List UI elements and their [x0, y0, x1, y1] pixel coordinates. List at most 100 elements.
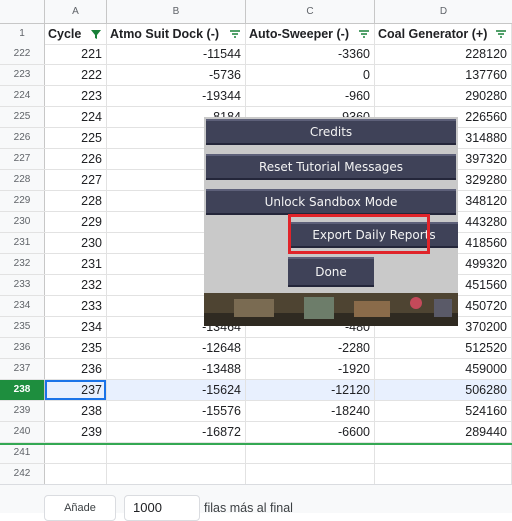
cell-coal[interactable]: 228120: [375, 44, 512, 64]
row-number[interactable]: 224: [0, 86, 45, 106]
cell-coal[interactable]: [375, 464, 512, 484]
footer-bar: Añade 1000 filas más al final: [0, 484, 512, 521]
cell-atmo[interactable]: [107, 464, 246, 484]
select-all-corner[interactable]: [0, 0, 45, 23]
cell-coal[interactable]: 524160: [375, 401, 512, 421]
header-cell-sweeper[interactable]: Auto-Sweeper (-): [246, 24, 375, 44]
header-cell-coal[interactable]: Coal Generator (+): [375, 24, 512, 44]
cell-atmo[interactable]: -13488: [107, 359, 246, 379]
cell-cycle[interactable]: 236: [45, 359, 107, 379]
credits-button[interactable]: Credits: [206, 119, 456, 145]
cell-atmo[interactable]: -11544: [107, 44, 246, 64]
row-number[interactable]: 229: [0, 191, 45, 211]
cell-coal[interactable]: 289440: [375, 422, 512, 442]
filter-icon[interactable]: [229, 28, 241, 40]
row-number[interactable]: 230: [0, 212, 45, 232]
cell-sweeper[interactable]: -1920: [246, 359, 375, 379]
row-number[interactable]: 225: [0, 107, 45, 127]
cell-cycle[interactable]: 234: [45, 317, 107, 337]
rows-count-input[interactable]: 1000: [124, 495, 200, 521]
cell-cycle[interactable]: 223: [45, 86, 107, 106]
row-number[interactable]: 242: [0, 464, 45, 484]
row-number[interactable]: 1: [0, 24, 45, 44]
cell-coal[interactable]: [375, 443, 512, 463]
table-row: 242: [0, 464, 512, 484]
column-header-c[interactable]: C: [246, 0, 375, 23]
cell-cycle[interactable]: 222: [45, 65, 107, 85]
cell-cycle[interactable]: [45, 443, 107, 463]
cell-atmo[interactable]: -15624: [107, 380, 246, 400]
table-row: 223 222 -5736 0 137760: [0, 65, 512, 86]
cell-cycle[interactable]: 229: [45, 212, 107, 232]
column-header-b[interactable]: B: [107, 0, 246, 23]
add-rows-button[interactable]: Añade: [44, 495, 116, 521]
row-number[interactable]: 232: [0, 254, 45, 274]
cell-coal[interactable]: 137760: [375, 65, 512, 85]
filter-active-icon[interactable]: [90, 28, 102, 40]
cell-cycle[interactable]: [45, 464, 107, 484]
cell-sweeper[interactable]: 0: [246, 65, 375, 85]
cell-cycle[interactable]: 225: [45, 128, 107, 148]
cell-sweeper[interactable]: -6600: [246, 422, 375, 442]
add-rows-suffix: filas más al final: [204, 501, 293, 515]
reset-tutorial-button[interactable]: Reset Tutorial Messages: [206, 154, 456, 180]
row-number[interactable]: 226: [0, 128, 45, 148]
cell-cycle[interactable]: 233: [45, 296, 107, 316]
cell-coal[interactable]: 506280: [375, 380, 512, 400]
cell-cycle[interactable]: 226: [45, 149, 107, 169]
row-number[interactable]: 241: [0, 443, 45, 463]
header-cell-cycle[interactable]: Cycle: [45, 24, 107, 44]
row-number[interactable]: 234: [0, 296, 45, 316]
row-number[interactable]: 223: [0, 65, 45, 85]
row-number[interactable]: 239: [0, 401, 45, 421]
row-number[interactable]: 231: [0, 233, 45, 253]
cell-sweeper[interactable]: -3360: [246, 44, 375, 64]
row-number[interactable]: 236: [0, 338, 45, 358]
cell-cycle[interactable]: 231: [45, 254, 107, 274]
done-button[interactable]: Done: [288, 257, 374, 287]
row-number[interactable]: 240: [0, 422, 45, 442]
filter-range-end-line: [0, 443, 512, 445]
row-number[interactable]: 237: [0, 359, 45, 379]
cell-sweeper[interactable]: -960: [246, 86, 375, 106]
cell-cycle[interactable]: 235: [45, 338, 107, 358]
cell-atmo[interactable]: -16872: [107, 422, 246, 442]
header-coal-label: Coal Generator (+): [378, 27, 488, 41]
cell-coal[interactable]: 290280: [375, 86, 512, 106]
cell-coal[interactable]: 459000: [375, 359, 512, 379]
cell-cycle[interactable]: 232: [45, 275, 107, 295]
cell-sweeper[interactable]: -18240: [246, 401, 375, 421]
cell-atmo[interactable]: -19344: [107, 86, 246, 106]
column-header-d[interactable]: D: [375, 0, 512, 23]
filter-icon[interactable]: [495, 28, 507, 40]
cell-cycle[interactable]: 221: [45, 44, 107, 64]
cell-cycle[interactable]: 227: [45, 170, 107, 190]
active-cell-outline: [45, 380, 106, 400]
cell-cycle[interactable]: 238: [45, 401, 107, 421]
table-row: 237 236 -13488 -1920 459000: [0, 359, 512, 380]
row-number[interactable]: 235: [0, 317, 45, 337]
cell-sweeper[interactable]: -12120: [246, 380, 375, 400]
cell-atmo[interactable]: -15576: [107, 401, 246, 421]
filter-icon[interactable]: [358, 28, 370, 40]
row-number[interactable]: 227: [0, 149, 45, 169]
unlock-sandbox-button[interactable]: Unlock Sandbox Mode: [206, 189, 456, 215]
cell-cycle[interactable]: 230: [45, 233, 107, 253]
cell-atmo[interactable]: [107, 443, 246, 463]
row-number[interactable]: 233: [0, 275, 45, 295]
cell-sweeper[interactable]: -2280: [246, 338, 375, 358]
row-number[interactable]: 228: [0, 170, 45, 190]
cell-cycle[interactable]: 228: [45, 191, 107, 211]
cell-atmo[interactable]: -12648: [107, 338, 246, 358]
cell-sweeper[interactable]: [246, 443, 375, 463]
cell-cycle[interactable]: 224: [45, 107, 107, 127]
cell-coal[interactable]: 512520: [375, 338, 512, 358]
cell-sweeper[interactable]: [246, 464, 375, 484]
column-header-a[interactable]: A: [45, 0, 107, 23]
row-number[interactable]: 238: [0, 380, 45, 400]
header-cell-atmo[interactable]: Atmo Suit Dock (-): [107, 24, 246, 44]
row-number[interactable]: 222: [0, 44, 45, 64]
cell-atmo[interactable]: -5736: [107, 65, 246, 85]
header-atmo-label: Atmo Suit Dock (-): [110, 27, 220, 41]
cell-cycle[interactable]: 239: [45, 422, 107, 442]
